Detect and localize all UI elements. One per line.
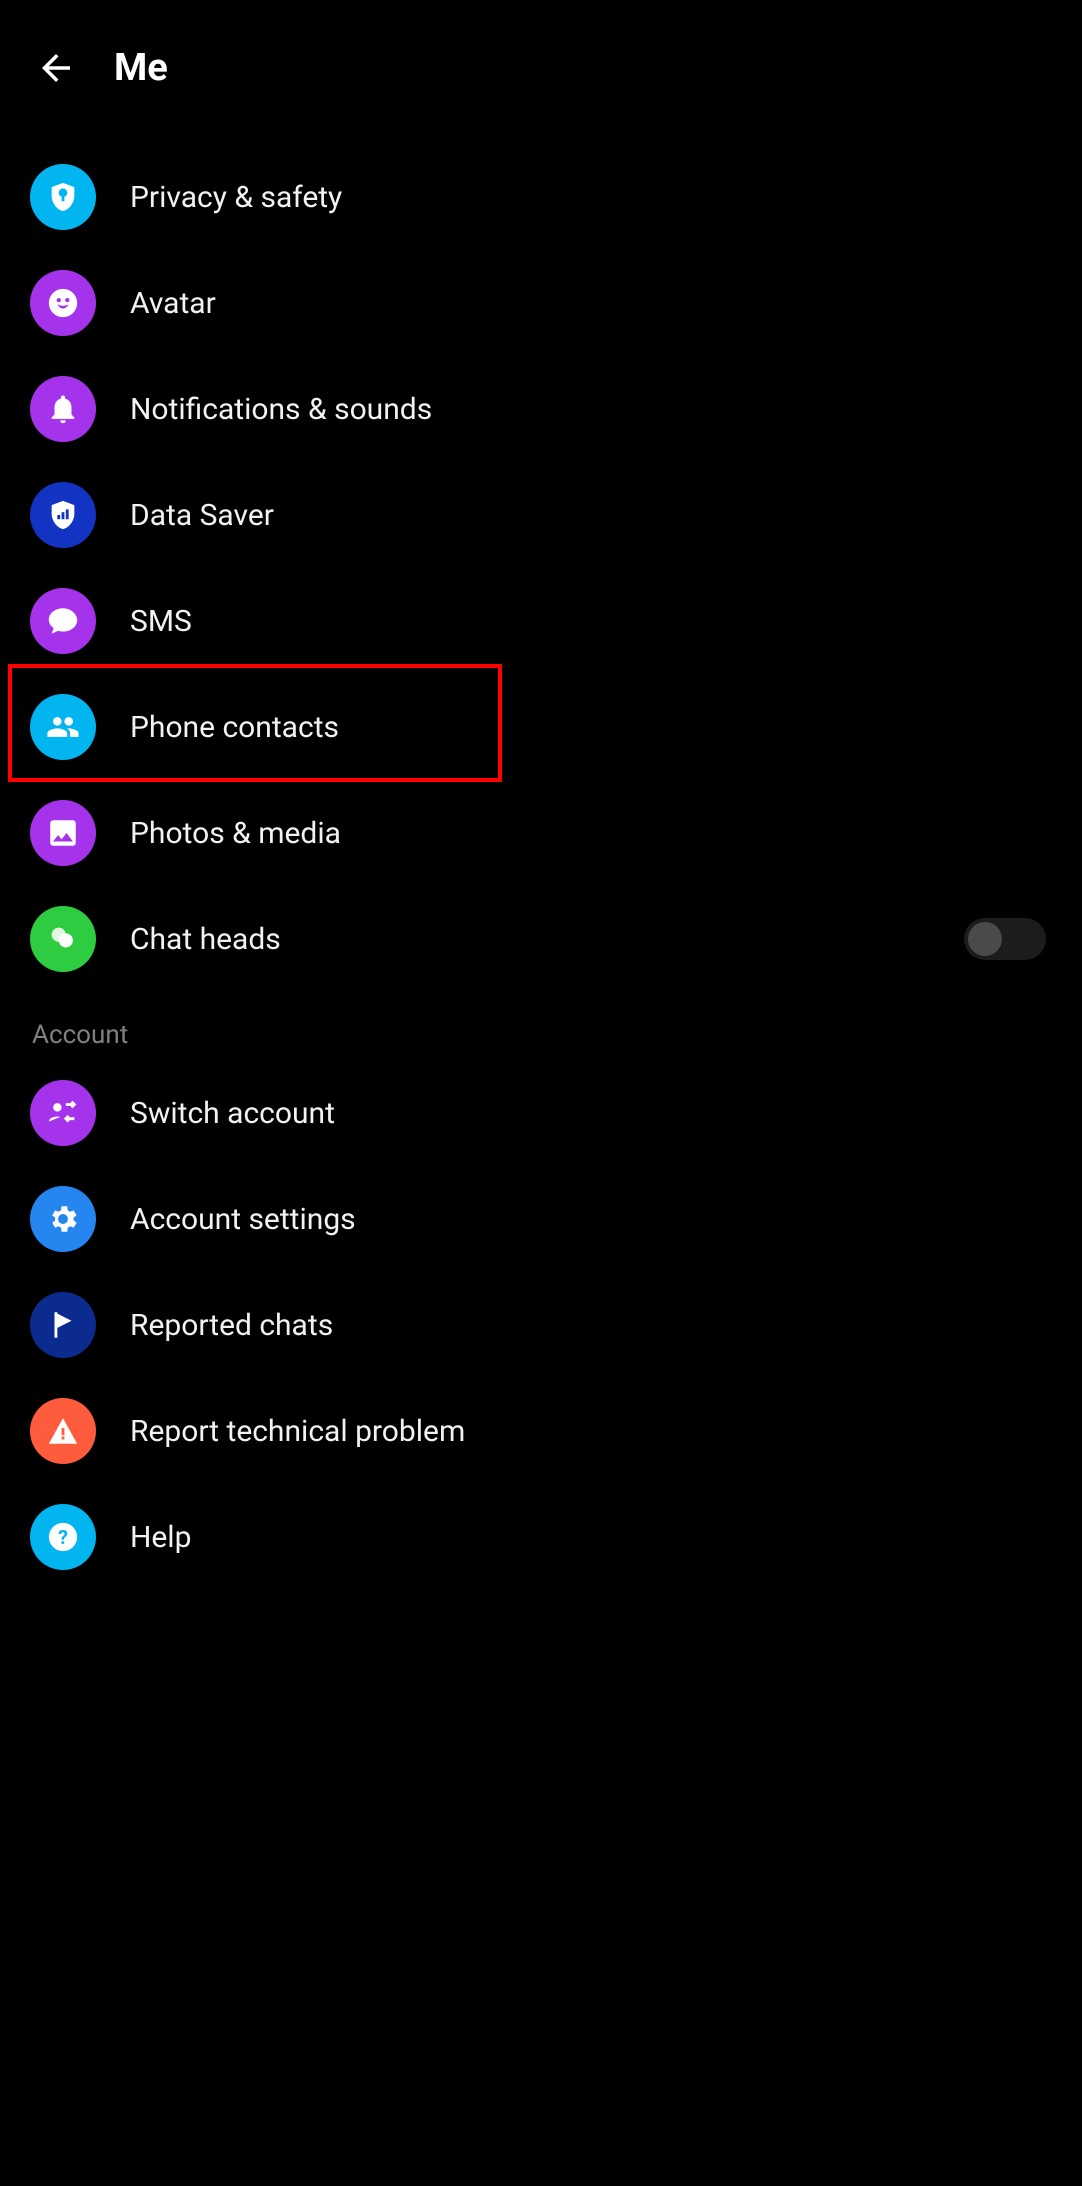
item-sms[interactable]: SMS	[30, 568, 1052, 674]
photo-icon	[30, 800, 96, 866]
item-label: Notifications & sounds	[130, 392, 432, 427]
item-label: Report technical problem	[130, 1414, 465, 1449]
item-help[interactable]: ? Help	[30, 1484, 1052, 1590]
item-switch-account[interactable]: Switch account	[30, 1060, 1052, 1166]
item-phone-contacts[interactable]: Phone contacts	[30, 674, 1052, 780]
svg-text:?: ?	[58, 1526, 68, 1549]
shield-data-icon	[30, 482, 96, 548]
item-label: Reported chats	[130, 1308, 333, 1343]
warning-icon	[30, 1398, 96, 1464]
help-icon: ?	[30, 1504, 96, 1570]
header-bar: Me	[0, 0, 1082, 112]
item-account-settings[interactable]: Account settings	[30, 1166, 1052, 1272]
back-button[interactable]	[28, 40, 84, 96]
gear-icon	[30, 1186, 96, 1252]
item-label: Photos & media	[130, 816, 341, 851]
chat-heads-toggle[interactable]	[964, 918, 1046, 960]
settings-screen: Me Privacy & safety Avatar Notifications…	[0, 0, 1082, 2186]
avatar-icon	[30, 270, 96, 336]
item-label: Phone contacts	[130, 710, 339, 745]
item-privacy-safety[interactable]: Privacy & safety	[30, 144, 1052, 250]
page-title: Me	[114, 46, 168, 90]
privacy-icon	[30, 164, 96, 230]
item-label: Data Saver	[130, 498, 274, 533]
item-notifications[interactable]: Notifications & sounds	[30, 356, 1052, 462]
item-chat-heads[interactable]: Chat heads	[30, 886, 1052, 992]
settings-list: Privacy & safety Avatar Notifications & …	[0, 112, 1082, 1590]
bell-icon	[30, 376, 96, 442]
item-avatar[interactable]: Avatar	[30, 250, 1052, 356]
item-report-problem[interactable]: Report technical problem	[30, 1378, 1052, 1484]
chat-bubble-icon	[30, 588, 96, 654]
switch-account-icon	[30, 1080, 96, 1146]
item-label: SMS	[130, 604, 192, 639]
item-reported-chats[interactable]: Reported chats	[30, 1272, 1052, 1378]
item-label: Avatar	[130, 286, 216, 321]
section-account-header: Account	[30, 992, 1052, 1060]
item-label: Chat heads	[130, 922, 281, 957]
toggle-knob	[968, 922, 1002, 956]
item-photos-media[interactable]: Photos & media	[30, 780, 1052, 886]
chat-heads-icon	[30, 906, 96, 972]
item-label: Account settings	[130, 1202, 356, 1237]
item-label: Help	[130, 1520, 191, 1555]
item-label: Switch account	[130, 1096, 335, 1131]
flag-icon	[30, 1292, 96, 1358]
back-arrow-icon	[35, 47, 77, 89]
contacts-icon	[30, 694, 96, 760]
item-data-saver[interactable]: Data Saver	[30, 462, 1052, 568]
item-label: Privacy & safety	[130, 180, 342, 215]
